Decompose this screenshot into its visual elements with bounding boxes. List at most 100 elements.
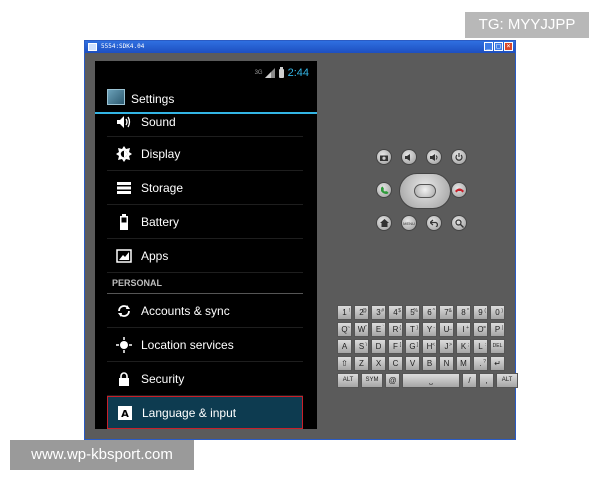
dpad[interactable] (399, 173, 451, 209)
key-label: A (341, 342, 348, 351)
key-2-9[interactable]: P | (490, 322, 505, 337)
key-2-6[interactable]: U _ (439, 322, 454, 337)
settings-item-security[interactable]: Security (107, 362, 303, 396)
search-button[interactable] (451, 215, 467, 231)
settings-list: Sound Display Storage Battery Apps PERSO… (107, 115, 303, 429)
settings-item-location[interactable]: Location services (107, 328, 303, 362)
key-secondary-label: ~ (347, 325, 350, 331)
key-label: J (444, 342, 449, 351)
key-4-4[interactable]: V (405, 356, 420, 371)
qwerty-keyboard: 1! 2 @3 #4 $5% 6 ^ 7 & 8 * 9(0) Q ~ W " E ` R{T} Y - U _ I + O = P… (337, 305, 518, 388)
key-label: 3 (376, 308, 381, 317)
volume-down-icon (405, 153, 410, 161)
key-5-3[interactable]: ⎵ (402, 373, 460, 388)
key-5-6[interactable]: ALT (496, 373, 518, 388)
key-4-2[interactable]: X (371, 356, 386, 371)
key-2-8[interactable]: O = (473, 322, 488, 337)
watermark-top: TG: MYYJJPP (465, 12, 589, 38)
key-secondary-label: > (449, 342, 452, 348)
key-4-6[interactable]: N (439, 356, 454, 371)
settings-item-accounts-sync[interactable]: Accounts & sync (107, 294, 303, 328)
key-5-1[interactable]: SYM (361, 373, 383, 388)
menu-button[interactable]: MENU (401, 215, 417, 231)
key-1-6[interactable]: 7 & (439, 305, 454, 320)
key-1-5[interactable]: 6 ^ (422, 305, 437, 320)
key-4-7[interactable]: M (456, 356, 471, 371)
power-button[interactable] (451, 149, 467, 165)
call-button[interactable] (376, 182, 392, 198)
key-3-3[interactable]: F[ (388, 339, 403, 354)
settings-item-apps[interactable]: Apps (107, 239, 303, 273)
key-1-7[interactable]: 8 * (456, 305, 471, 320)
key-label: SYM (365, 377, 379, 383)
key-5-5[interactable]: , (479, 373, 494, 388)
settings-item-language-input[interactable]: A Language & input (107, 396, 303, 429)
key-1-9[interactable]: 0) (490, 305, 505, 320)
key-5-2[interactable]: @ (385, 373, 400, 388)
key-4-3[interactable]: C (388, 356, 403, 371)
key-secondary-label: \ (365, 342, 367, 348)
settings-item-display[interactable]: Display (107, 137, 303, 171)
dpad-center-button[interactable] (414, 184, 436, 198)
key-3-7[interactable]: K; (456, 339, 471, 354)
key-4-0[interactable]: ⇧ (337, 356, 352, 371)
key-4-1[interactable]: Z (354, 356, 369, 371)
camera-button[interactable] (376, 149, 392, 165)
settings-app-icon[interactable] (107, 89, 125, 105)
key-2-5[interactable]: Y- (422, 322, 437, 337)
key-label: V (409, 359, 416, 368)
keyboard-row-5: ALT SYM @ ⎵ /, ALT (337, 373, 518, 388)
maximize-button[interactable]: □ (494, 42, 503, 51)
key-label: @ (388, 376, 397, 385)
end-call-button[interactable] (451, 182, 467, 198)
volume-up-button[interactable] (426, 149, 442, 165)
settings-item-battery[interactable]: Battery (107, 205, 303, 239)
key-2-2[interactable]: E ` (371, 322, 386, 337)
key-4-9[interactable]: ↵ (490, 356, 505, 371)
window-titlebar[interactable]: 5554:SDK4.04 _ □ × (85, 41, 515, 53)
back-button[interactable] (426, 215, 442, 231)
key-label: N (443, 359, 450, 368)
key-3-1[interactable]: S \ (354, 339, 369, 354)
key-2-0[interactable]: Q ~ (337, 322, 352, 337)
key-5-4[interactable]: / (462, 373, 477, 388)
volume-down-button[interactable] (401, 149, 417, 165)
key-3-6[interactable]: J > (439, 339, 454, 354)
key-1-8[interactable]: 9( (473, 305, 488, 320)
key-1-0[interactable]: 1! (337, 305, 352, 320)
key-3-0[interactable]: A (337, 339, 352, 354)
key-3-4[interactable]: G] (405, 339, 420, 354)
key-3-2[interactable]: D (371, 339, 386, 354)
key-1-3[interactable]: 4 $ (388, 305, 403, 320)
key-3-9[interactable]: DEL (490, 339, 505, 354)
key-1-1[interactable]: 2 @ (354, 305, 369, 320)
key-label: 0 (495, 308, 500, 317)
key-3-8[interactable]: L: (473, 339, 488, 354)
key-2-3[interactable]: R{ (388, 322, 403, 337)
home-icon (379, 219, 389, 227)
key-secondary-label: ) (501, 308, 503, 314)
key-secondary-label: ^ (432, 308, 435, 314)
key-4-8[interactable]: .? (473, 356, 488, 371)
key-2-7[interactable]: I + (456, 322, 471, 337)
storage-icon (113, 179, 135, 197)
keyboard-row-4: ⇧ Z X C V B N M.? ↵ (337, 356, 505, 371)
key-label: D (375, 342, 382, 351)
key-4-5[interactable]: B (422, 356, 437, 371)
close-button[interactable]: × (504, 42, 513, 51)
key-1-2[interactable]: 3 # (371, 305, 386, 320)
home-button[interactable] (376, 215, 392, 231)
settings-item-sound[interactable]: Sound (107, 108, 303, 137)
key-2-4[interactable]: T} (405, 322, 420, 337)
key-secondary-label: { (399, 325, 401, 331)
settings-item-storage[interactable]: Storage (107, 171, 303, 205)
key-3-5[interactable]: H < (422, 339, 437, 354)
minimize-button[interactable]: _ (484, 42, 493, 51)
key-5-0[interactable]: ALT (337, 373, 359, 388)
key-1-4[interactable]: 5% (405, 305, 420, 320)
emulator-controls-panel: MENU 1! 2 @3 #4 $5% 6 ^ 7 & 8 * 9(0) Q ~ W " E ` R{T} Y - U _… (329, 61, 518, 429)
settings-item-label: Accounts & sync (141, 303, 230, 318)
key-2-1[interactable]: W " (354, 322, 369, 337)
key-label: S (358, 342, 365, 351)
key-secondary-label: $ (398, 308, 401, 314)
